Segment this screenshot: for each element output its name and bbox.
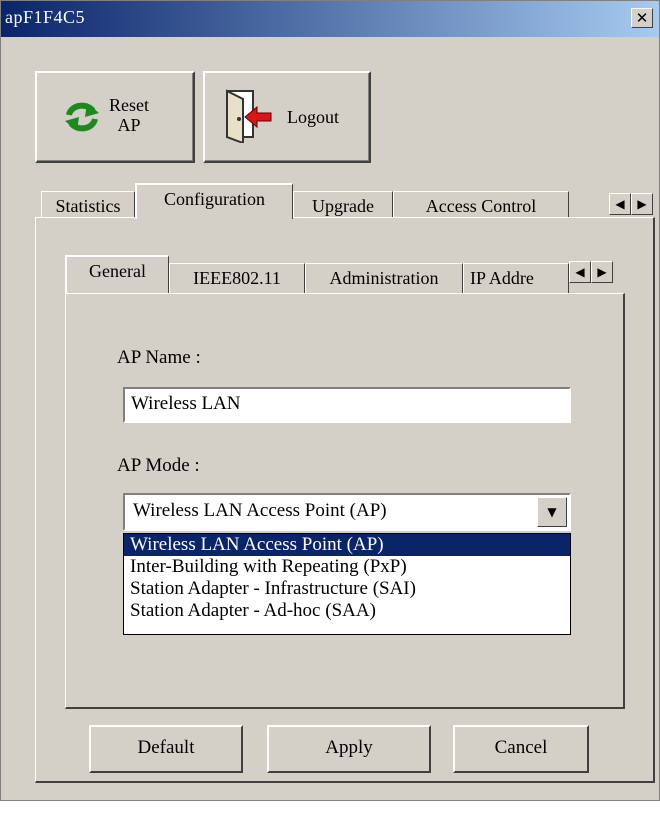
- logout-label: Logout: [287, 107, 339, 127]
- arrow-right-icon: ▶: [597, 265, 607, 279]
- main-tab-scroll: ◀ ▶: [609, 193, 653, 215]
- subtab-scroll-right-button[interactable]: ▶: [591, 261, 613, 283]
- close-button[interactable]: ✕: [631, 8, 653, 28]
- dropdown-option[interactable]: Station Adapter - Ad-hoc (SAA): [124, 600, 570, 622]
- cancel-button[interactable]: Cancel: [453, 725, 589, 773]
- chevron-down-icon: ▼: [547, 505, 557, 519]
- subtab-scroll-left-button[interactable]: ◀: [569, 261, 591, 283]
- arrow-left-icon: ◀: [575, 265, 585, 279]
- close-icon: ✕: [635, 9, 649, 27]
- dropdown-option[interactable]: Wireless LAN Access Point (AP): [124, 534, 570, 556]
- reset-label-line2: AP: [117, 115, 141, 135]
- dropdown-option[interactable]: Inter-Building with Repeating (PxP): [124, 556, 570, 578]
- apply-button[interactable]: Apply: [267, 725, 431, 773]
- dialog-window: apF1F4C5 ✕ Reset AP Logout Statistics Co…: [0, 0, 660, 801]
- dropdown-option[interactable]: Station Adapter - Infrastructure (SAI): [124, 578, 570, 600]
- ap-name-label: AP Name :: [117, 347, 201, 368]
- reset-ap-button[interactable]: Reset AP: [35, 71, 195, 163]
- title-bar[interactable]: apF1F4C5 ✕: [1, 1, 659, 37]
- tab-configuration[interactable]: Configuration: [135, 183, 293, 219]
- tab-scroll-left-button[interactable]: ◀: [609, 193, 631, 215]
- logout-button[interactable]: Logout: [203, 71, 371, 163]
- subtab-ieee80211[interactable]: IEEE802.11: [169, 263, 305, 293]
- arrow-left-icon: ◀: [615, 197, 625, 211]
- tab-scroll-right-button[interactable]: ▶: [631, 193, 653, 215]
- subtab-general[interactable]: General: [65, 255, 169, 293]
- ap-mode-dropdown-list: Wireless LAN Access Point (AP) Inter-Bui…: [123, 533, 571, 635]
- refresh-icon: [65, 102, 99, 132]
- door-exit-icon: [226, 89, 272, 143]
- arrow-right-icon: ▶: [637, 197, 647, 211]
- sub-tab-scroll: ◀ ▶: [569, 261, 613, 283]
- ap-mode-select[interactable]: Wireless LAN Access Point (AP) ▼: [123, 493, 571, 531]
- ap-mode-label: AP Mode :: [117, 455, 200, 476]
- reset-label-line1: Reset: [109, 95, 149, 115]
- dropdown-button[interactable]: ▼: [537, 497, 567, 527]
- ap-name-input[interactable]: Wireless LAN: [123, 387, 571, 423]
- subtab-administration[interactable]: Administration: [305, 263, 463, 293]
- ap-mode-selected-value: Wireless LAN Access Point (AP): [133, 500, 387, 521]
- default-button[interactable]: Default: [89, 725, 243, 773]
- subtab-ip-address[interactable]: IP Addre: [463, 263, 569, 293]
- window-title: apF1F4C5: [5, 7, 86, 27]
